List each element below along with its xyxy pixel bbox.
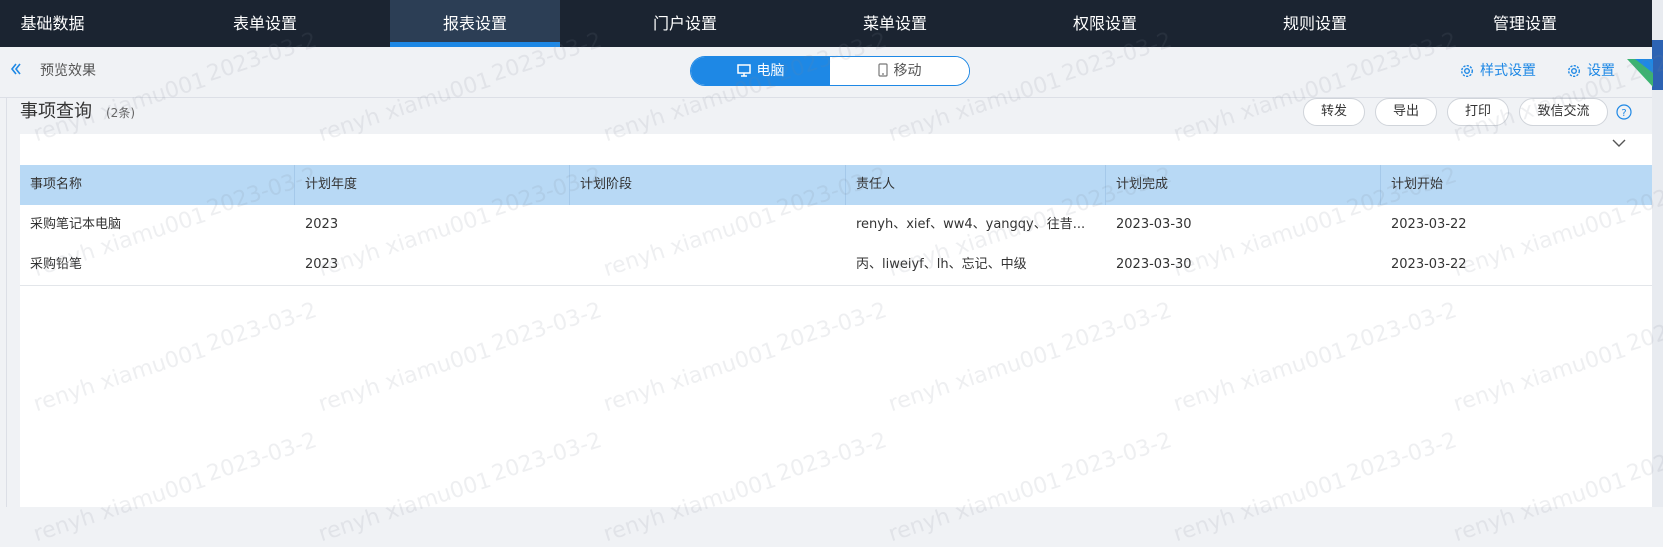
monitor-icon <box>736 64 751 77</box>
cell-plan-stage <box>570 205 846 245</box>
nav-item-portal-settings[interactable]: 门户设置 <box>590 0 780 47</box>
column-header-owner[interactable]: 责任人 <box>846 165 1106 205</box>
cell-item-name: 采购铅笔 <box>30 257 83 272</box>
cell-plan-finish: 2023-03-30 <box>1116 257 1192 272</box>
message-button[interactable]: 致信交流 <box>1519 98 1608 126</box>
chevron-down-icon[interactable] <box>1610 134 1628 152</box>
column-header-plan-finish[interactable]: 计划完成 <box>1106 165 1381 205</box>
cell-owner: renyh、xief、ww4、yangqy、往昔... <box>856 217 1086 232</box>
device-toggle: 电脑 移动 <box>690 56 970 86</box>
corner-logo-icon <box>1627 59 1653 87</box>
print-button[interactable]: 打印 <box>1447 98 1509 126</box>
cell-item-name: 采购笔记本电脑 <box>30 217 122 232</box>
cell-owner: 丙、liweiyf、lh、忘记、中级 <box>856 257 1027 272</box>
cell-plan-year: 2023 <box>305 257 339 272</box>
cell-plan-start: 2023-03-22 <box>1391 217 1467 232</box>
style-settings-label: 样式设置 <box>1480 63 1536 79</box>
nav-item-admin-settings[interactable]: 管理设置 <box>1430 0 1620 47</box>
nav-item-form-settings[interactable]: 表单设置 <box>170 0 360 47</box>
settings-label: 设置 <box>1587 63 1615 79</box>
preview-label: 预览效果 <box>40 63 96 79</box>
column-header-plan-stage[interactable]: 计划阶段 <box>570 165 846 205</box>
device-pc-button[interactable]: 电脑 <box>691 57 830 85</box>
gear-icon <box>1460 64 1474 78</box>
settings-link[interactable]: 设置 <box>1567 61 1615 81</box>
device-mobile-label: 移动 <box>893 63 922 79</box>
top-navigation: 基础数据 表单设置 报表设置 门户设置 菜单设置 权限设置 规则设置 管理设置 <box>0 0 1663 47</box>
column-header-item-name[interactable]: 事项名称 <box>20 165 295 205</box>
gear-icon <box>1567 64 1581 78</box>
nav-item-report-settings[interactable]: 报表设置 <box>390 0 560 47</box>
preview-toolbar: 预览效果 电脑 移动 样式设置 设置 <box>0 47 1652 98</box>
nav-item-basic-data[interactable]: 基础数据 <box>0 0 105 47</box>
double-chevron-left-icon[interactable] <box>6 61 26 81</box>
report-title: 事项查询 <box>20 101 92 122</box>
column-header-plan-start[interactable]: 计划开始 <box>1381 165 1652 205</box>
forward-button[interactable]: 转发 <box>1303 98 1365 126</box>
table-header: 事项名称 计划年度 计划阶段 责任人 计划完成 计划开始 <box>20 165 1652 205</box>
nav-item-rule-settings[interactable]: 规则设置 <box>1220 0 1410 47</box>
left-divider <box>6 97 7 507</box>
table-row[interactable]: 采购笔记本电脑 2023 renyh、xief、ww4、yangqy、往昔...… <box>20 205 1652 246</box>
cell-plan-stage <box>570 245 846 285</box>
cell-plan-start: 2023-03-22 <box>1391 257 1467 272</box>
record-count: (2条) <box>106 106 135 120</box>
export-button[interactable]: 导出 <box>1375 98 1437 126</box>
style-settings-link[interactable]: 样式设置 <box>1460 61 1536 81</box>
nav-item-menu-settings[interactable]: 菜单设置 <box>800 0 990 47</box>
table-row[interactable]: 采购铅笔 2023 丙、liweiyf、lh、忘记、中级 2023-03-30 … <box>20 245 1652 286</box>
svg-text:?: ? <box>1621 108 1626 119</box>
nav-item-permission-settings[interactable]: 权限设置 <box>1010 0 1200 47</box>
column-header-plan-year[interactable]: 计划年度 <box>295 165 570 205</box>
device-pc-label: 电脑 <box>756 63 785 79</box>
help-icon[interactable]: ? <box>1616 104 1632 120</box>
cell-plan-year: 2023 <box>305 217 339 232</box>
device-mobile-button[interactable]: 移动 <box>830 57 969 85</box>
phone-icon <box>877 63 888 77</box>
cell-plan-finish: 2023-03-30 <box>1116 217 1192 232</box>
